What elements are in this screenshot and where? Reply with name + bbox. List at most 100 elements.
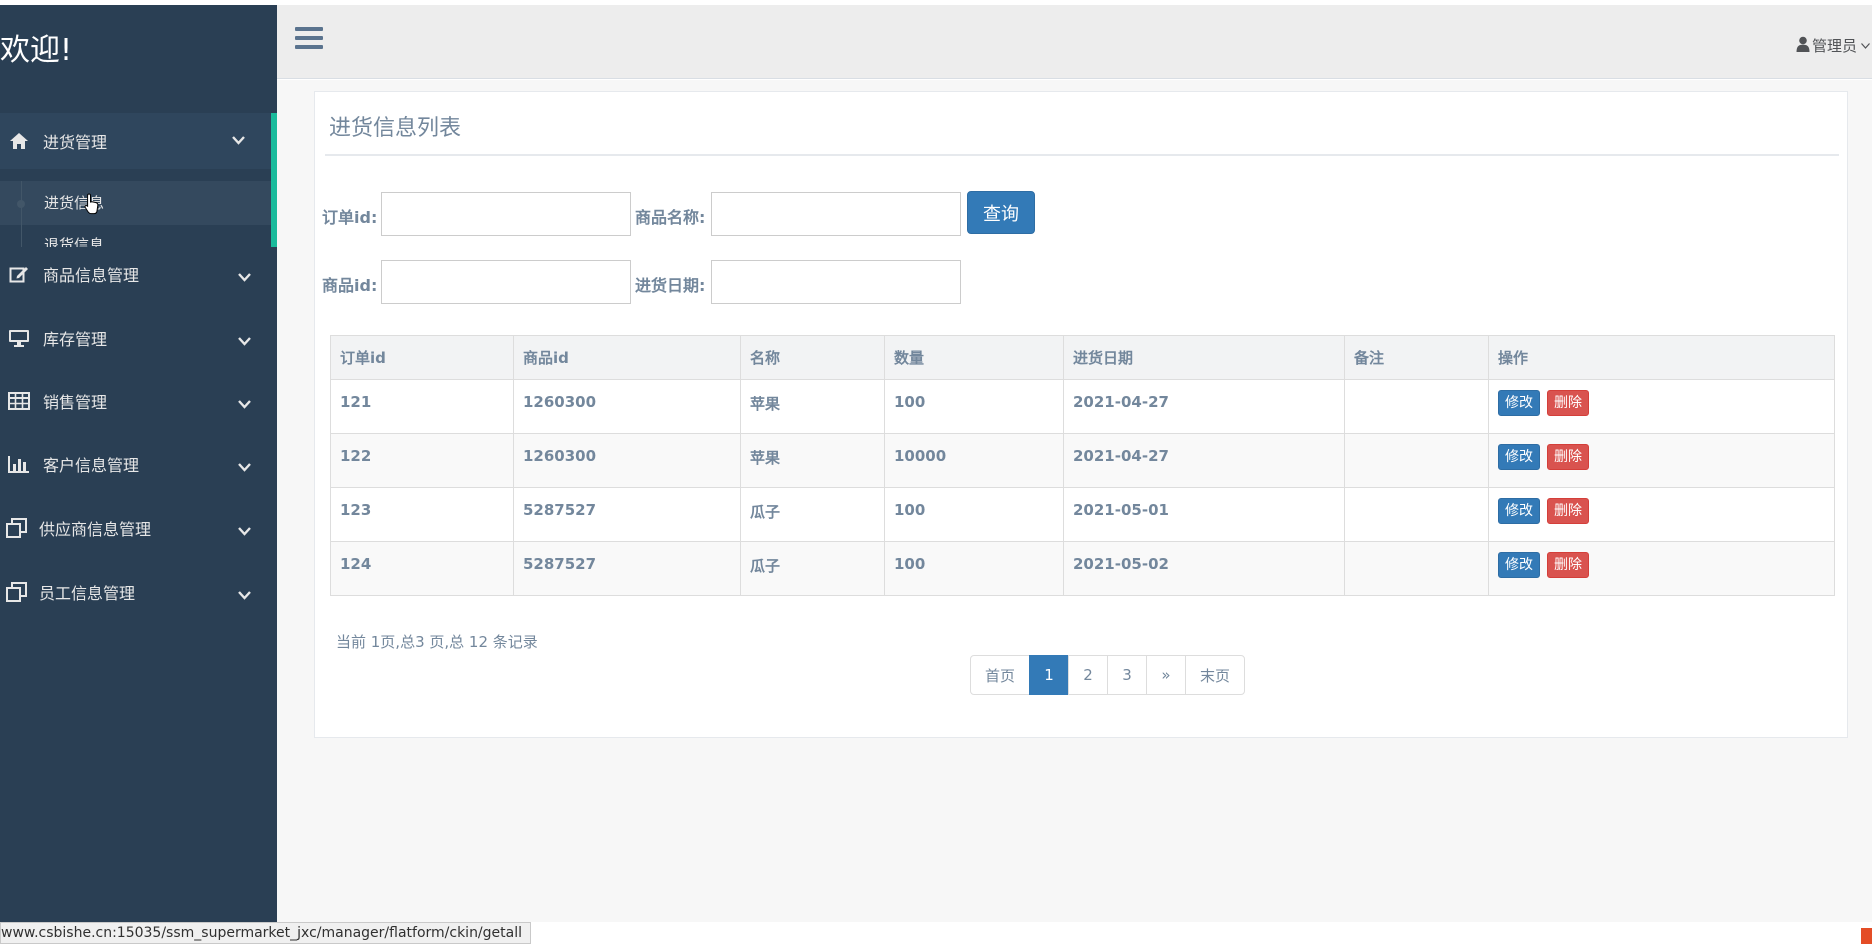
submenu-active-highlight — [0, 181, 271, 225]
column-header-order-id[interactable]: 订单id — [330, 335, 514, 380]
table-row: 123 5287527 瓜子 100 2021-05-01 修改 删除 — [330, 487, 1835, 542]
top-navbar: 管理员 — [277, 5, 1872, 79]
cell-date: 2021-04-27 — [1063, 379, 1345, 434]
delete-button[interactable]: 删除 — [1547, 444, 1589, 470]
cell-actions: 修改 删除 — [1488, 379, 1835, 434]
product-id-label: 商品id: — [322, 276, 378, 295]
pagination-page-3[interactable]: 3 — [1107, 655, 1148, 695]
column-header-product-id[interactable]: 商品id — [513, 335, 741, 380]
site-title: 欢迎! — [0, 33, 73, 68]
status-url: www.csbishe.cn:15035/ssm_supermarket_jxc… — [1, 925, 523, 941]
product-name-input[interactable] — [711, 192, 961, 236]
cell-name: 苹果 — [740, 433, 885, 488]
chevron-down-icon — [238, 267, 251, 286]
home-icon — [6, 132, 32, 150]
hand-cursor-icon — [84, 193, 99, 215]
sidebar-item-customer-management[interactable]: 客户信息管理 — [0, 440, 277, 488]
clone-icon — [4, 518, 30, 538]
sidebar-item-employee-management[interactable]: 员工信息管理 — [0, 568, 277, 616]
bar-chart-icon — [6, 455, 32, 473]
chevron-down-icon — [238, 394, 251, 413]
content-panel: 进货信息列表 订单id: 商品名称: 查询 商品id: 进货日期: 订单id 商… — [314, 91, 1848, 738]
product-id-input[interactable] — [381, 260, 631, 304]
edit-button[interactable]: 修改 — [1498, 444, 1540, 470]
chevron-down-icon — [238, 585, 251, 604]
hamburger-bar — [295, 36, 323, 40]
cell-quantity: 100 — [884, 379, 1064, 434]
pagination-page-2[interactable]: 2 — [1068, 655, 1109, 695]
cell-name: 苹果 — [740, 379, 885, 434]
column-header-quantity[interactable]: 数量 — [884, 335, 1064, 380]
chevron-down-icon — [238, 457, 251, 476]
cell-quantity: 100 — [884, 487, 1064, 542]
cell-date: 2021-05-01 — [1063, 487, 1345, 542]
chevron-down-icon — [238, 521, 251, 540]
cell-product-id: 5287527 — [513, 487, 741, 542]
user-name: 管理员 — [1811, 37, 1857, 55]
cell-date: 2021-05-02 — [1063, 541, 1345, 596]
cell-order-id: 123 — [330, 487, 514, 542]
cell-product-id: 1260300 — [513, 433, 741, 488]
column-header-name[interactable]: 名称 — [740, 335, 885, 380]
sidebar-item-inventory-management[interactable]: 库存管理 — [0, 314, 277, 362]
pagination-next[interactable]: » — [1146, 655, 1187, 695]
hamburger-bar — [295, 45, 323, 49]
table-row: 122 1260300 苹果 10000 2021-04-27 修改 删除 — [330, 433, 1835, 488]
cell-quantity: 10000 — [884, 433, 1064, 488]
delete-button[interactable]: 删除 — [1547, 498, 1589, 524]
sidebar-item-sales-management[interactable]: 销售管理 — [0, 377, 277, 425]
cell-actions: 修改 删除 — [1488, 433, 1835, 488]
edit-button[interactable]: 修改 — [1498, 390, 1540, 416]
edit-button[interactable]: 修改 — [1498, 552, 1540, 578]
edit-button[interactable]: 修改 — [1498, 498, 1540, 524]
order-id-label: 订单id: — [322, 208, 378, 227]
table-icon — [6, 392, 32, 410]
cell-name: 瓜子 — [740, 487, 885, 542]
hamburger-bar — [295, 27, 323, 31]
purchase-table: 订单id 商品id 名称 数量 进货日期 备注 操作 121 1260300 苹… — [330, 335, 1835, 596]
table-row: 124 5287527 瓜子 100 2021-05-02 修改 删除 — [330, 541, 1835, 596]
cell-actions: 修改 删除 — [1488, 541, 1835, 596]
delete-button[interactable]: 删除 — [1547, 390, 1589, 416]
cell-note — [1344, 379, 1489, 434]
table-header-row: 订单id 商品id 名称 数量 进货日期 备注 操作 — [330, 335, 1835, 380]
column-header-date[interactable]: 进货日期 — [1063, 335, 1345, 380]
column-header-note[interactable]: 备注 — [1344, 335, 1489, 380]
sidebar-item-supplier-management[interactable]: 供应商信息管理 — [0, 504, 277, 552]
submenu-item-return-info[interactable]: 退货信息 — [44, 234, 104, 247]
sidebar: 欢迎! 进货管理 进货信息 退货信息 商品信息管理 库存管理 销售管理 客户信息… — [0, 5, 277, 944]
pagination-last[interactable]: 末页 — [1185, 655, 1246, 695]
query-button[interactable]: 查询 — [967, 191, 1035, 234]
sidebar-item-product-management[interactable]: 商品信息管理 — [0, 250, 277, 298]
delete-button[interactable]: 删除 — [1547, 552, 1589, 578]
purchase-date-label: 进货日期: — [635, 276, 706, 295]
html5-icon — [1861, 928, 1872, 944]
cell-note — [1344, 433, 1489, 488]
cell-note — [1344, 487, 1489, 542]
cell-actions: 修改 删除 — [1488, 487, 1835, 542]
sidebar-item-purchase-management[interactable]: 进货管理 — [0, 113, 277, 169]
user-menu[interactable]: 管理员 — [1796, 35, 1870, 56]
pagination-page-1[interactable]: 1 — [1029, 655, 1070, 695]
record-count-info: 当前 1页,总3 页,总 12 条记录 — [336, 633, 538, 651]
page-title: 进货信息列表 — [329, 116, 462, 141]
sidebar-item-label: 客户信息管理 — [43, 456, 140, 475]
menu-toggle-button[interactable] — [295, 27, 325, 57]
purchase-date-input[interactable] — [711, 260, 961, 304]
sidebar-item-label: 库存管理 — [43, 330, 108, 349]
chevron-down-icon — [238, 331, 251, 350]
column-header-actions: 操作 — [1488, 335, 1835, 380]
title-divider — [325, 154, 1839, 156]
order-id-input[interactable] — [381, 192, 631, 236]
sidebar-item-label: 进货管理 — [43, 133, 108, 152]
submenu-purchase: 进货信息 退货信息 — [0, 181, 277, 247]
pagination: 首页 1 2 3 » 末页 — [970, 655, 1246, 695]
cell-order-id: 122 — [330, 433, 514, 488]
chevron-down-icon — [232, 130, 245, 149]
sidebar-item-label: 员工信息管理 — [39, 584, 136, 603]
pagination-first[interactable]: 首页 — [970, 655, 1031, 695]
submenu-rail — [21, 181, 22, 247]
cell-product-id: 5287527 — [513, 541, 741, 596]
cell-quantity: 100 — [884, 541, 1064, 596]
edit-icon — [6, 265, 32, 283]
